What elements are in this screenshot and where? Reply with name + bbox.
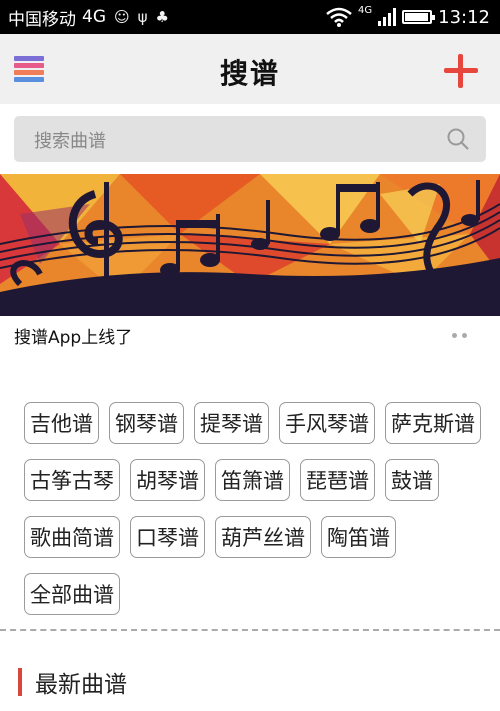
category-tag[interactable]: 歌曲简谱 (24, 516, 120, 558)
android-icon: ♣ (155, 8, 169, 26)
usb-icon: ψ (137, 8, 148, 26)
category-tag[interactable]: 葫芦丝谱 (215, 516, 311, 558)
category-tag[interactable]: 手风琴谱 (279, 402, 375, 444)
category-tag[interactable]: 钢琴谱 (109, 402, 184, 444)
status-bar: 中国移动 4G ☺ ψ ♣ 4G 13:12 (0, 0, 500, 34)
category-tag[interactable]: 鼓谱 (385, 459, 439, 501)
latest-section-header: 最新曲谱 (18, 668, 127, 698)
page-title: 搜谱 (219, 57, 280, 90)
section-accent-bar (18, 668, 22, 696)
clock: 13:12 (438, 6, 490, 28)
category-tag[interactable]: 提琴谱 (194, 402, 269, 444)
plus-icon[interactable] (444, 54, 478, 88)
category-tag[interactable]: 胡琴谱 (130, 459, 205, 501)
tag-row: 歌曲简谱 口琴谱 葫芦丝谱 陶笛谱 (24, 516, 396, 558)
network-label: 4G (82, 7, 106, 27)
tag-row: 古筝古琴 胡琴谱 笛箫谱 琵琶谱 鼓谱 (24, 459, 439, 501)
carrier-label: 中国移动 (8, 9, 76, 30)
category-tag[interactable]: 吉他谱 (24, 402, 99, 444)
dashed-divider (0, 629, 500, 631)
category-tag[interactable]: 口琴谱 (130, 516, 205, 558)
page-indicator (452, 333, 467, 338)
banner-caption[interactable]: 搜谱App上线了 (14, 323, 132, 348)
category-tag[interactable]: 萨克斯谱 (385, 402, 481, 444)
search-icon[interactable] (446, 127, 470, 151)
search-input[interactable]: 搜索曲谱 (14, 116, 486, 162)
app-header: 搜谱 (0, 34, 500, 104)
signal-icon (378, 8, 397, 26)
smile-icon: ☺ (114, 8, 130, 26)
battery-charging-icon (402, 10, 436, 24)
tag-row: 全部曲谱 (24, 573, 120, 615)
latest-section-title: 最新曲谱 (35, 672, 127, 698)
banner-image (0, 174, 500, 316)
network-small-label: 4G (358, 5, 373, 16)
category-tag[interactable]: 全部曲谱 (24, 573, 120, 615)
banner-carousel[interactable] (0, 174, 500, 316)
category-tag[interactable]: 陶笛谱 (321, 516, 396, 558)
wifi-icon (326, 7, 352, 27)
search-placeholder: 搜索曲谱 (34, 131, 106, 152)
page-indicator-dot (452, 333, 457, 338)
category-tag[interactable]: 古筝古琴 (24, 459, 120, 501)
category-tag[interactable]: 琵琶谱 (300, 459, 375, 501)
tag-row: 吉他谱 钢琴谱 提琴谱 手风琴谱 萨克斯谱 (24, 402, 481, 444)
category-tag[interactable]: 笛箫谱 (215, 459, 290, 501)
page-indicator-dot (462, 333, 467, 338)
